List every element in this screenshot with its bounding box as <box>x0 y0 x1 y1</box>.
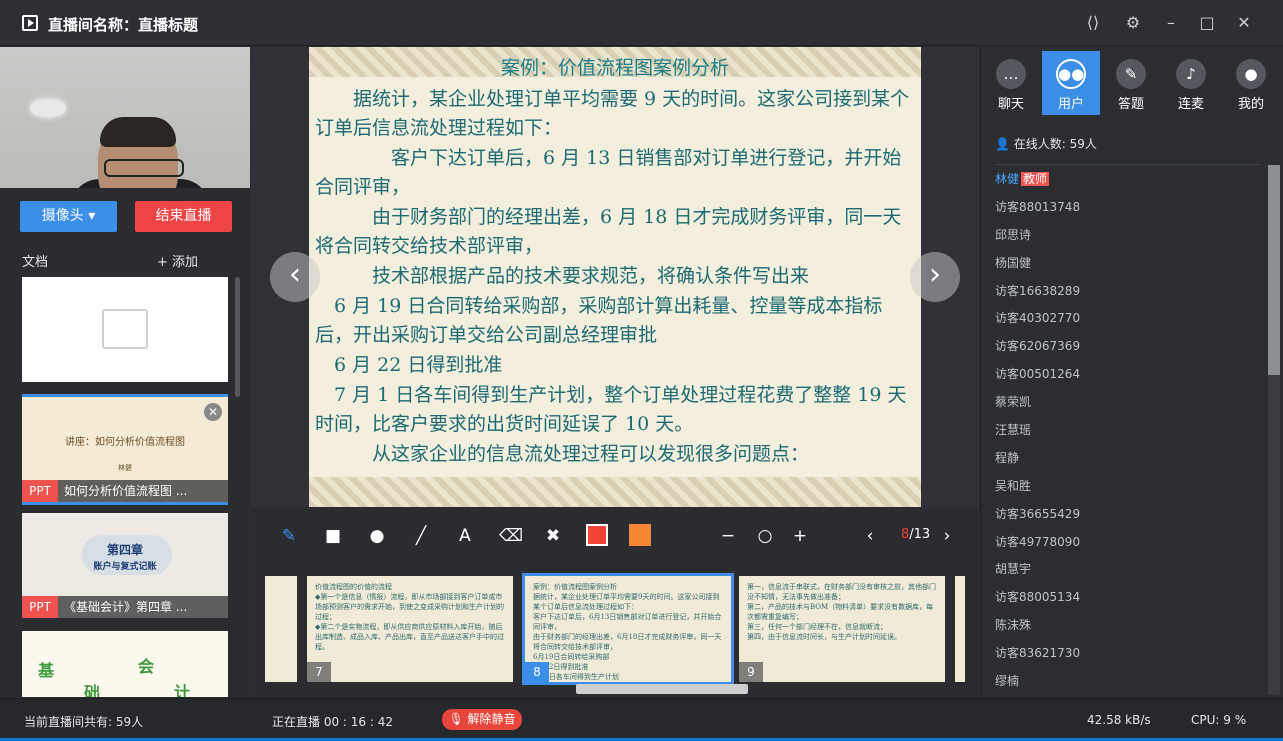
thumb-7[interactable]: 价值流程图的价值的流程 ◆第一个是信息（情报）流程，即从市场部接到客户订单或市场部… <box>307 576 513 682</box>
zoom-in-icon[interactable]: + <box>790 526 810 546</box>
page-next-chevron-right-icon[interactable]: › <box>937 526 957 546</box>
document-icon <box>102 309 148 349</box>
list-item[interactable]: 访客88013748 <box>995 199 1261 227</box>
left-panel: 摄像头 ▾ 结束直播 文档 + 添加 讲座：如何分析价值流程图 林健 ✕ PPT… <box>0 47 250 698</box>
slide-body: 据统计，某企业处理订单平均需要 9 天的时间。这家公司接到某个订单后信息流处理过… <box>315 88 910 465</box>
close-icon[interactable]: ✕ <box>1233 12 1255 34</box>
tab-mine[interactable]: ● 我的 <box>1222 51 1280 115</box>
color-red-swatch[interactable] <box>586 524 608 546</box>
list-item[interactable]: 胡慧宇 <box>995 561 1261 589</box>
remove-doc-icon[interactable]: ✕ <box>204 403 222 421</box>
doc-list-scrollbar[interactable] <box>235 277 240 397</box>
list-item[interactable]: 访客16638289 <box>995 283 1261 311</box>
share-icon[interactable]: ⟨⟩ <box>1082 12 1104 34</box>
zoom-search-icon[interactable]: ○ <box>755 526 775 546</box>
user-list-scrollbar[interactable] <box>1268 165 1280 695</box>
list-item[interactable]: 邱思诗 <box>995 227 1261 255</box>
cpu-usage: CPU: 9 % <box>1191 713 1247 727</box>
slide-thumbnails: 价值流程图的价值的流程 ◆第一个是信息（情报）流程，即从市场部接到客户订单或市场部… <box>251 565 979 698</box>
end-live-button[interactable]: 结束直播 <box>135 201 232 232</box>
tab-chat[interactable]: … 聊天 <box>982 51 1040 115</box>
slide-title: 案例：价值流程图案例分析 <box>500 57 729 79</box>
list-item[interactable]: 访客49778090 <box>995 534 1261 562</box>
list-item[interactable]: 访客88005134 <box>995 589 1261 617</box>
tab-mic-link[interactable]: ♪ 连麦 <box>1162 51 1220 115</box>
camera-preview <box>0 47 250 188</box>
pencil-icon[interactable]: ✎ <box>279 526 299 546</box>
next-slide-chevron-right-icon[interactable]: › <box>910 252 960 302</box>
live-timer: 正在直播 00 : 16 : 42 <box>272 715 393 729</box>
list-item[interactable]: 陈沫殊 <box>995 617 1261 645</box>
line-icon[interactable]: ╱ <box>411 526 431 546</box>
settings-gear-icon[interactable]: ⚙ <box>1122 12 1144 34</box>
slide-canvas: 案例：价值流程图案例分析 据统计，某企业处理订单平均需要 9 天的时间。这家公司… <box>309 47 921 507</box>
rectangle-icon[interactable]: ■ <box>323 526 343 546</box>
network-speed: 42.58 kB/s <box>1087 713 1151 727</box>
list-item[interactable]: 缪楠 <box>995 673 1261 701</box>
list-item[interactable]: 吴和胜 <box>995 478 1261 506</box>
right-panel: … 聊天 ●● 用户 ✎ 答题 ♪ 连麦 ● 我的 👤 在线人数: 59人 林健 教师 访客… <box>980 47 1283 698</box>
camera-button[interactable]: 摄像头 ▾ <box>20 201 117 232</box>
list-item[interactable]: 杨国健 <box>995 255 1261 283</box>
doc-list: 讲座：如何分析价值流程图 林健 ✕ PPT 如何分析价值流程图 ... 第四章 账… <box>22 277 228 697</box>
list-item[interactable]: 访客83621730 <box>995 645 1261 673</box>
teacher-badge: 教师 <box>1021 172 1050 186</box>
thumb-scrollbar[interactable] <box>576 684 748 694</box>
add-doc-button[interactable]: + 添加 <box>157 251 198 270</box>
unmute-button[interactable]: 🎙 解除静音 <box>442 709 522 730</box>
user-list: 林健 教师 访客88013748 邱思诗 杨国健 访客16638289 访客403… <box>995 171 1261 701</box>
draw-toolbar: ✎ ■ ● ╱ A ⌫ ✖ − ○ + ‹ 8/13 › <box>251 507 979 565</box>
thumb-10[interactable] <box>955 576 965 682</box>
clear-brush-icon[interactable]: ✖ <box>543 526 563 546</box>
doc-card-basic-accounting[interactable]: 基 础 会 计 <box>22 631 228 697</box>
list-item[interactable]: 访客00501264 <box>995 366 1261 394</box>
online-count: 👤 在线人数: 59人 <box>995 137 1097 151</box>
doc-label: 文档 <box>22 255 49 270</box>
eraser-icon[interactable]: ⌫ <box>499 526 523 546</box>
app-play-icon <box>22 15 38 31</box>
tab-users[interactable]: ●● 用户 <box>1042 51 1100 115</box>
color-orange-swatch[interactable] <box>629 524 651 546</box>
maximize-icon[interactable]: □ <box>1196 12 1218 34</box>
doc-footer: PPT 《基础会计》第四章 ... <box>22 596 228 618</box>
viewer-total: 当前直播间共有: 59人 <box>24 715 144 729</box>
mic-off-icon: 🎙 <box>448 712 468 726</box>
doc-card-value-stream[interactable]: 讲座：如何分析价值流程图 林健 ✕ PPT 如何分析价值流程图 ... <box>22 394 228 505</box>
thumb-8[interactable]: 案例：价值流程图案例分析 据统计，某企业处理订单平均需要9天的时间。这家公司接到某… <box>522 573 734 685</box>
window-title: 直播间名称：直播标题 <box>48 16 199 34</box>
list-item[interactable]: 访客62067369 <box>995 338 1261 366</box>
minimize-icon[interactable]: – <box>1160 12 1182 34</box>
pen-icon: ✎ <box>1116 59 1146 89</box>
person-icon: ● <box>1236 59 1266 89</box>
status-bar: 当前直播间共有: 59人 正在直播 00 : 16 : 42 🎙 解除静音 42… <box>0 698 1283 741</box>
chat-icon: … <box>996 59 1026 89</box>
person-icon: 👤 <box>995 137 1014 151</box>
text-icon[interactable]: A <box>455 526 475 546</box>
tab-quiz[interactable]: ✎ 答题 <box>1102 51 1160 115</box>
prev-slide-chevron-left-icon[interactable]: ‹ <box>270 252 320 302</box>
users-icon: ●● <box>1056 59 1086 89</box>
thumb-6[interactable] <box>265 576 297 682</box>
doc-card-blank[interactable] <box>22 277 228 382</box>
list-item[interactable]: 访客40302770 <box>995 310 1261 338</box>
title-bar: 直播间名称：直播标题 ⟨⟩ ⚙ – □ ✕ <box>0 0 1283 46</box>
list-item[interactable]: 蔡荣凯 <box>995 394 1261 422</box>
list-item[interactable]: 林健 教师 <box>995 171 1261 199</box>
list-item[interactable]: 访客36655429 <box>995 506 1261 534</box>
doc-footer: PPT 如何分析价值流程图 ... <box>22 480 228 502</box>
list-item[interactable]: 汪慧瑶 <box>995 422 1261 450</box>
slide-stage: 案例：价值流程图案例分析 据统计，某企业处理订单平均需要 9 天的时间。这家公司… <box>251 47 979 507</box>
page-prev-chevron-left-icon[interactable]: ‹ <box>860 526 880 546</box>
mic-icon: ♪ <box>1176 59 1206 89</box>
list-item[interactable]: 程静 <box>995 450 1261 478</box>
doc-card-accounting[interactable]: 第四章 账户与复式记账 PPT 《基础会计》第四章 ... <box>22 513 228 618</box>
thumb-9[interactable]: 第一，信息流于串联式，在财务部门没有审核之前，其他部门没不知情，无法事先做出准备… <box>739 576 945 682</box>
circle-icon[interactable]: ● <box>367 526 387 546</box>
zoom-out-icon[interactable]: − <box>718 526 738 546</box>
page-indicator: 8/13 <box>901 527 931 542</box>
